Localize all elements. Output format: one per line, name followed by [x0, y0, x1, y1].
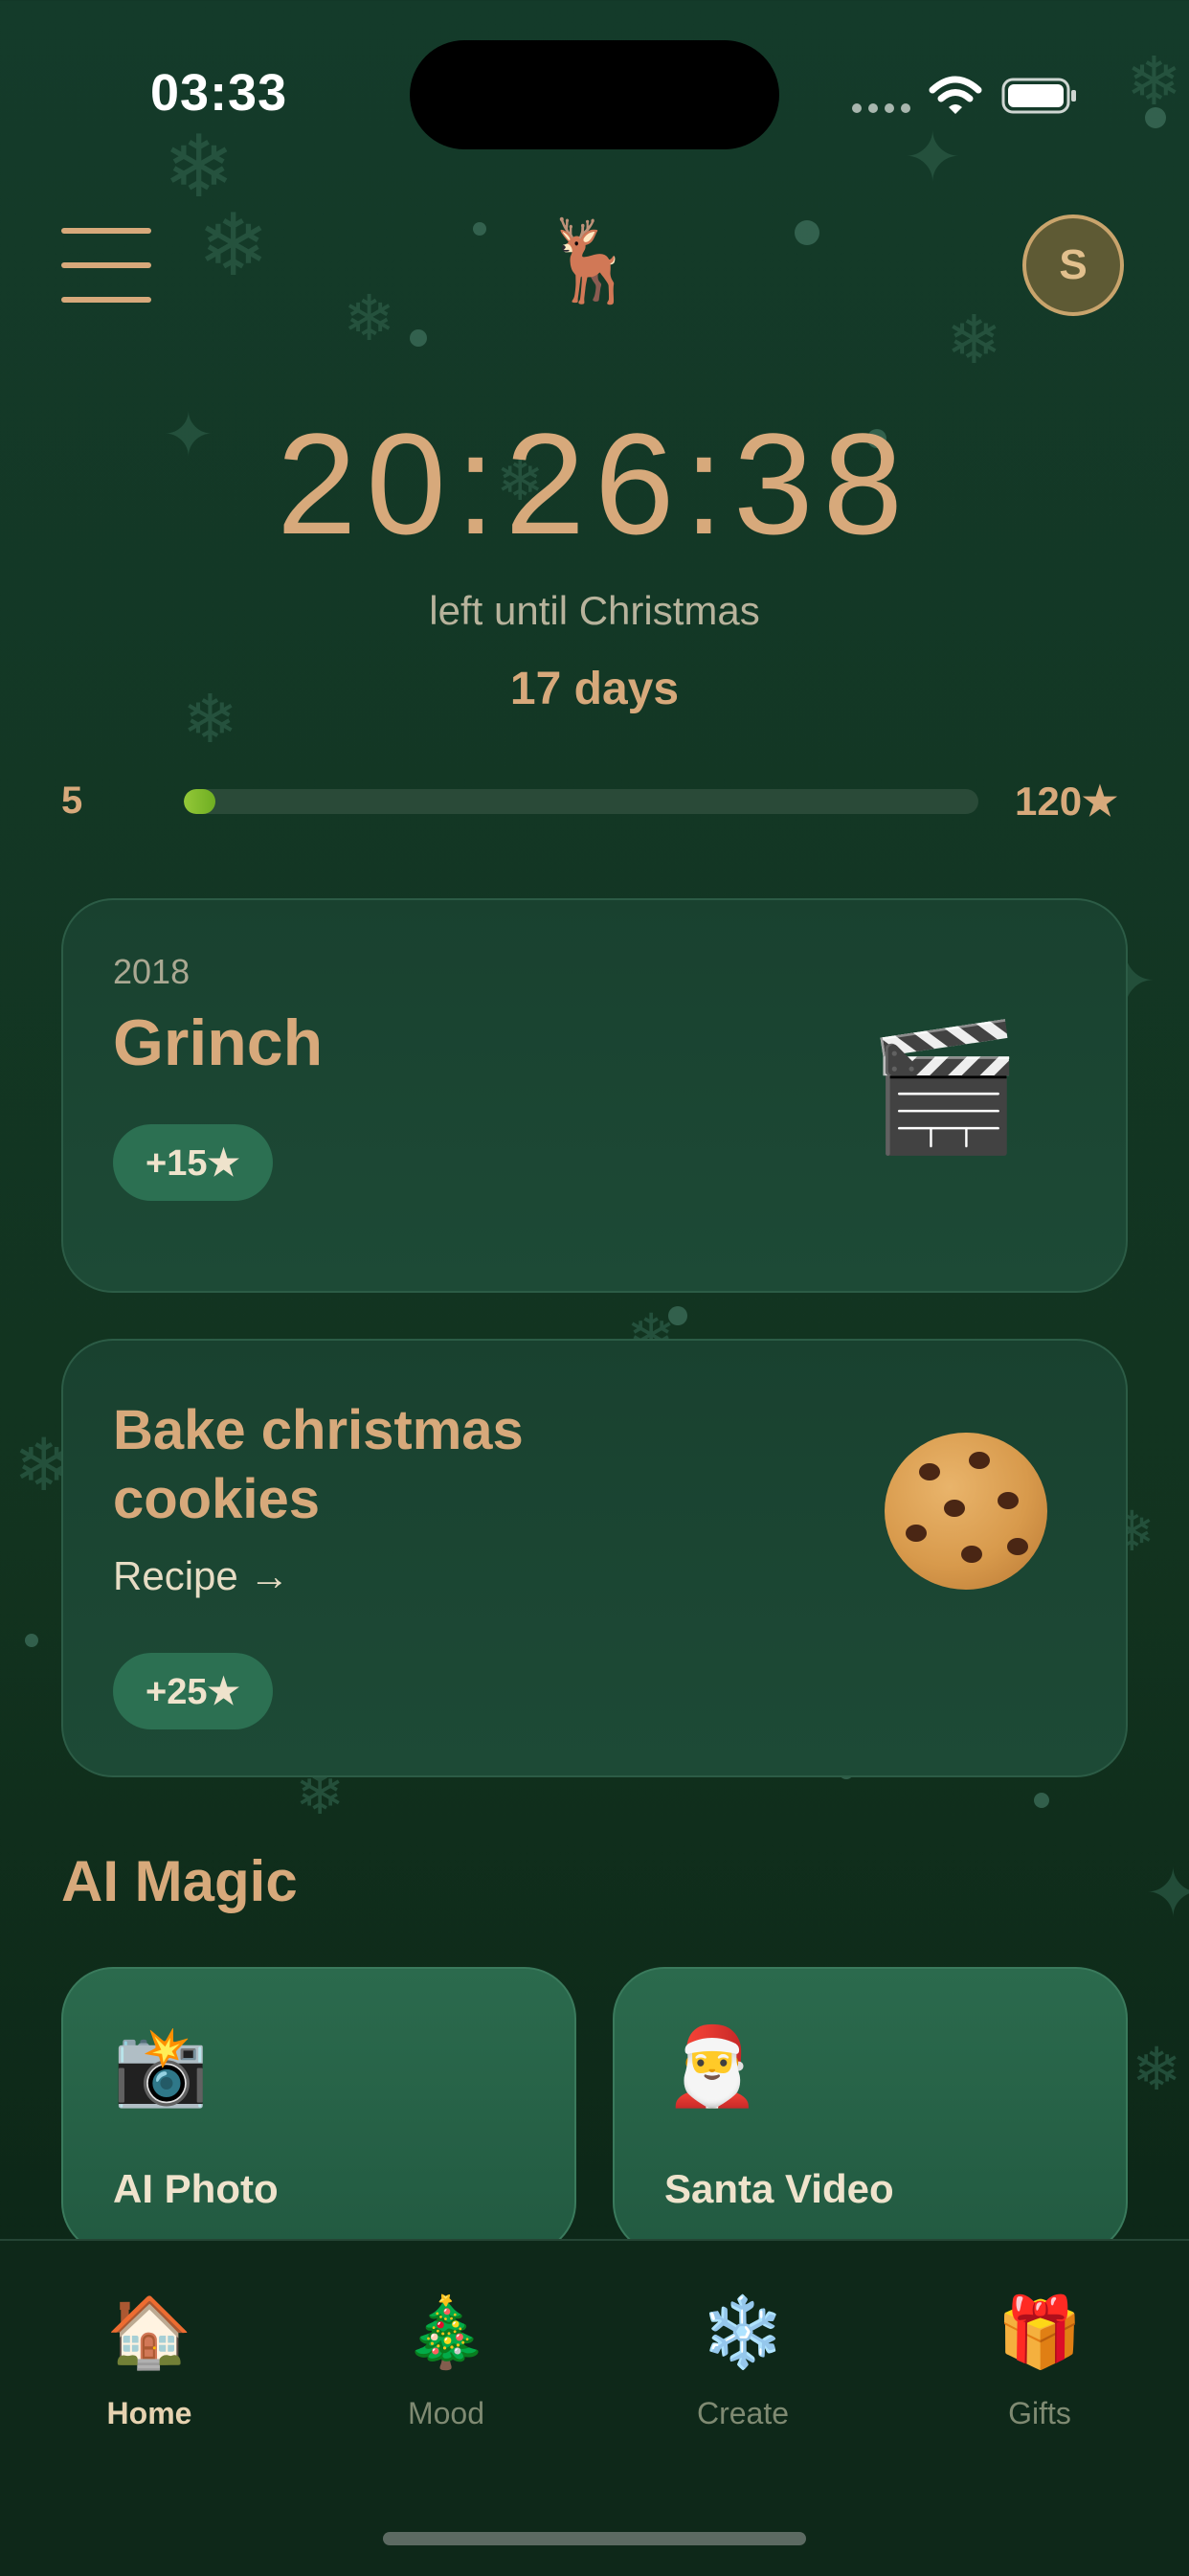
battery-icon — [1001, 78, 1076, 114]
signal-dots-icon — [852, 103, 910, 113]
cookie-icon — [885, 1433, 1047, 1590]
tab-label: Create — [696, 2396, 790, 2430]
card-title: Bake christmas cookies — [113, 1399, 524, 1530]
dot-decoration — [473, 222, 486, 236]
hamburger-menu-icon[interactable] — [61, 224, 151, 305]
dot-decoration — [25, 1634, 38, 1647]
house-icon: 🏠 — [106, 2294, 192, 2371]
gift-icon: 🎁 — [997, 2294, 1083, 2371]
days-remaining: 17 days — [509, 664, 680, 714]
tab-bar: 🏠 Home 🎄 Mood ❄️ Create 🎁 Gifts — [0, 2239, 1189, 2576]
tab-label: Mood — [407, 2396, 485, 2430]
dot-decoration — [1034, 1793, 1049, 1808]
countdown-label: left until Christmas — [429, 588, 760, 633]
recipe-link[interactable]: Recipe → — [113, 1553, 289, 1599]
snowflake-icon: ❄️ — [700, 2294, 786, 2371]
progress-fill — [184, 789, 216, 814]
tab-mood[interactable]: 🎄 Mood — [350, 2298, 542, 2431]
section-title: AI Magic — [61, 1849, 298, 1913]
santa-icon: 🎅 — [664, 2023, 760, 2109]
reward-badge[interactable]: +15★ — [113, 1124, 273, 1201]
ai-card-label: AI Photo — [113, 2166, 279, 2211]
dot-decoration — [410, 329, 427, 347]
dynamic-island — [410, 40, 779, 149]
card-title: Grinch — [113, 1006, 324, 1079]
ai-card-label: Santa Video — [664, 2166, 894, 2211]
reward-badge[interactable]: +25★ — [113, 1653, 273, 1729]
progress-max-label: 120★ — [1015, 779, 1118, 824]
snowflake-decoration-icon: ❄ — [197, 195, 270, 296]
tab-home[interactable]: 🏠 Home — [54, 2298, 245, 2431]
reindeer-logo-icon: 🦌 — [541, 215, 641, 305]
snowflake-decoration-icon: ❄ — [343, 282, 396, 355]
snowflake-decoration-icon: ❄ — [946, 301, 1002, 379]
ai-photo-card[interactable]: 📸 AI Photo — [61, 1967, 576, 2254]
status-bar: 03:33 — [0, 0, 1189, 192]
tab-gifts[interactable]: 🎁 Gifts — [944, 2298, 1135, 2431]
camera-flash-icon: 📸 — [113, 2023, 209, 2109]
christmas-tree-icon: 🎄 — [403, 2294, 489, 2371]
countdown-timer: 20:26:38 — [277, 403, 912, 564]
clapperboard-icon: 🎬 — [867, 1017, 1022, 1157]
baking-task-card[interactable]: Bake christmas cookies Recipe → +25★ — [61, 1339, 1128, 1777]
tab-create[interactable]: ❄️ Create — [647, 2298, 839, 2431]
avatar[interactable]: S — [1022, 215, 1124, 316]
tab-label: Home — [106, 2396, 192, 2430]
sparkle-decoration-icon: ✦ — [1145, 1854, 1189, 1932]
card-year: 2018 — [113, 952, 191, 991]
progress-min-label: 5 — [61, 780, 83, 822]
tab-label: Gifts — [1008, 2396, 1071, 2430]
snowflake-decoration-icon: ❄ — [1132, 2034, 1181, 2104]
movie-task-card[interactable]: 2018 Grinch +15★ 🎬 — [61, 898, 1128, 1293]
home-indicator[interactable] — [383, 2532, 806, 2545]
status-time: 03:33 — [150, 64, 288, 122]
dot-decoration — [795, 220, 819, 245]
progress-bar — [184, 789, 978, 814]
santa-video-card[interactable]: 🎅 Santa Video — [613, 1967, 1128, 2254]
wifi-icon — [929, 76, 982, 114]
dot-decoration — [668, 1306, 687, 1325]
